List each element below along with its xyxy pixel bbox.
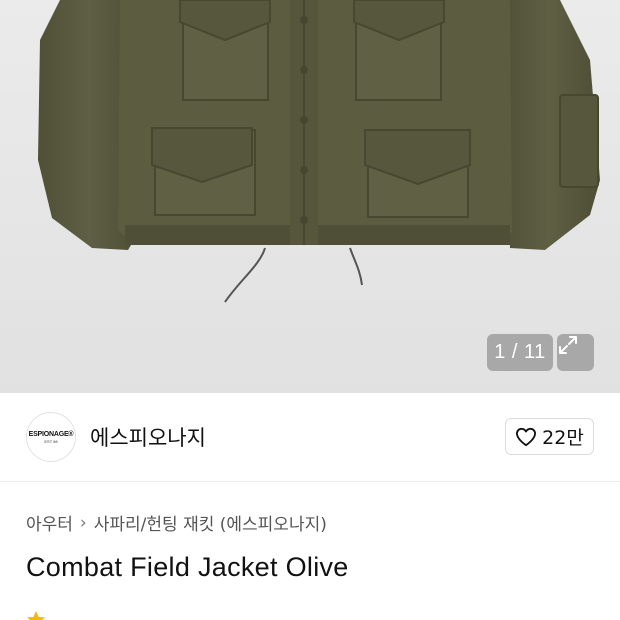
brand-logo-text: ESPIONAGE® [28,430,74,438]
category-breadcrumb: 아우터 › 사파리/헌팅 재킷 (에스피오나지) [26,510,327,536]
brand-logo[interactable]: ESPIONAGE® EST 98 [26,412,76,462]
heart-icon [516,427,537,446]
brand-row: ESPIONAGE® EST 98 에스피오나지 22만 [0,393,620,482]
expand-button[interactable] [557,334,594,371]
image-counter: 1 / 11 [487,334,553,371]
like-count: 22만 [542,427,584,449]
product-title: Combat Field Jacket Olive [26,552,349,582]
star-icon [27,611,45,620]
like-button[interactable]: 22만 [505,418,594,455]
product-image-gallery[interactable]: 1 / 11 [0,0,620,393]
rating-row [26,610,226,620]
expand-icon [559,336,577,354]
breadcrumb-category[interactable]: 아우터 [26,510,73,535]
breadcrumb-subcategory[interactable]: 사파리/헌팅 재킷 (에스피오나지) [94,510,327,535]
brand-name-link[interactable]: 에스피오나지 [90,422,206,452]
chevron-right-icon: › [79,512,87,533]
brand-logo-subtext: EST 98 [44,438,58,444]
